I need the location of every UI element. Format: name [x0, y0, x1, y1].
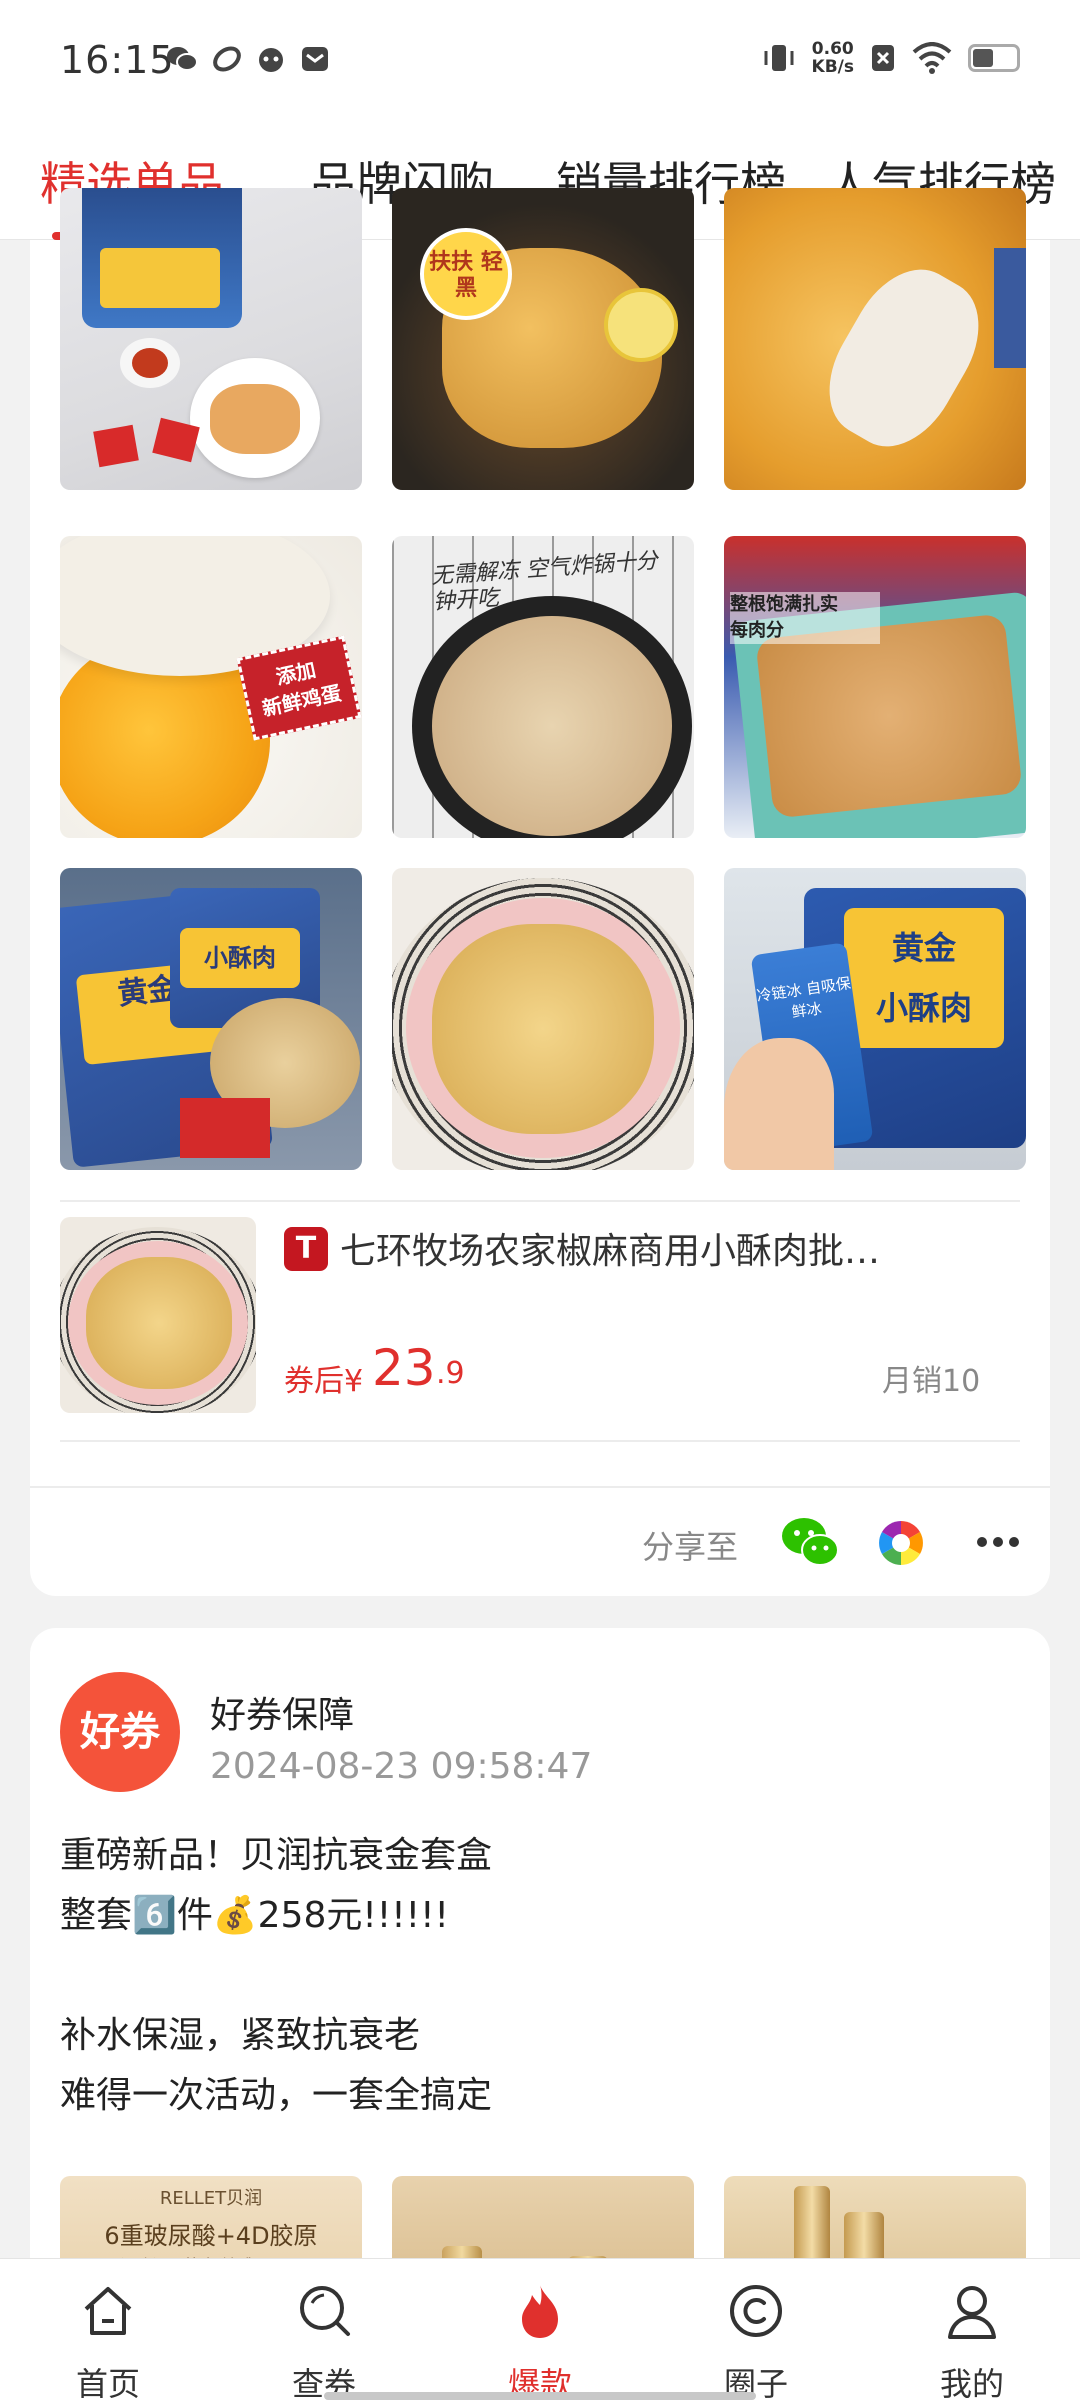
image-9-bag-1: 黄金	[891, 929, 956, 967]
image-2-badge: 扶扶 轻黑	[429, 250, 503, 301]
status-notification-icons	[166, 44, 330, 74]
more-icon[interactable]	[976, 1532, 1020, 1552]
profile-icon	[948, 2286, 996, 2339]
divider	[60, 1200, 1020, 1202]
message-notification-icon	[302, 47, 328, 71]
status-time: 16:15	[60, 38, 175, 82]
skincare-image-1-brand: RELLET贝润	[159, 2188, 263, 2209]
battery-icon	[968, 44, 1020, 72]
product-thumbnail[interactable]	[60, 1217, 256, 1413]
product-image-3[interactable]	[724, 188, 1026, 490]
status-bar: 16:15 0.60 KB/s	[0, 0, 1080, 120]
nav-home[interactable]: 首页	[0, 2259, 216, 2408]
post-card-skincare: 好券 好券保障 2024-08-23 09:58:47 重磅新品！贝润抗衰金套盒…	[30, 1628, 1050, 2328]
cat-notification-icon	[259, 48, 283, 72]
wechat-notification-icon	[167, 47, 198, 71]
home-icon	[84, 2287, 132, 2335]
image-9-pack: 冷链冰 自吸保鲜冰	[755, 974, 852, 1022]
divider	[30, 1486, 1050, 1488]
circle-c-icon	[730, 2285, 782, 2337]
author-avatar[interactable]: 好券	[60, 1672, 180, 1792]
nav-circle[interactable]: 圈子	[648, 2259, 864, 2408]
share-label: 分享至	[642, 1528, 739, 1566]
price-integer: 23	[372, 1339, 436, 1397]
product-image-8[interactable]	[392, 868, 694, 1170]
bottom-navigation: 首页 查券 爆款 圈子 我的	[0, 2258, 1080, 2408]
nav-profile[interactable]: 我的	[864, 2259, 1080, 2408]
product-image-9[interactable]: 黄金 小酥肉 冷链冰 自吸保鲜冰	[724, 868, 1026, 1170]
price-decimal: .9	[436, 1356, 465, 1391]
search-icon	[300, 2286, 350, 2336]
image-7-bag-2: 小酥肉	[204, 944, 276, 972]
tmall-badge: T	[284, 1227, 328, 1271]
post-card-food: 扶扶 轻黑 添加 新鲜鸡蛋 无需解冻 空气炸锅十分钟开吃 整根饱满扎实 每肉分 …	[30, 188, 1050, 1596]
post-timestamp: 2024-08-23 09:58:47	[210, 1746, 593, 1787]
wechat-icon[interactable]	[780, 1516, 840, 1568]
product-title[interactable]: 七环牧场农家椒麻商用小酥肉批…	[340, 1222, 1020, 1274]
product-image-6[interactable]: 整根饱满扎实 每肉分	[724, 536, 1026, 838]
image-9-bag-2: 小酥肉	[875, 989, 972, 1027]
post-author[interactable]: 好券保障	[210, 1686, 354, 1738]
home-indicator[interactable]	[324, 2392, 756, 2400]
post-text-line: 补水保湿，紧致抗衰老	[60, 2015, 421, 2056]
status-system-icons: 0.60 KB/s	[762, 40, 1020, 76]
vibrate-icon	[764, 45, 794, 71]
leaf-notification-icon	[213, 46, 241, 72]
sim-x-icon	[872, 45, 894, 71]
nav-home-label: 首页	[75, 2365, 140, 2403]
wifi-icon	[912, 42, 952, 74]
post-text-line: 重磅新品！贝润抗衰金套盒	[60, 1835, 493, 1876]
nav-profile-label: 我的	[939, 2365, 1004, 2403]
price-prefix: 券后¥	[284, 1364, 364, 1399]
product-image-7[interactable]: 黄金 小酥肉	[60, 868, 362, 1170]
skincare-image-1-headline: 6重玻尿酸+4D胶原	[104, 2222, 318, 2250]
image-5-caption: 无需解冻 空气炸锅十分钟开吃	[430, 548, 659, 616]
moments-icon[interactable]	[876, 1518, 926, 1568]
product-image-2[interactable]: 扶扶 轻黑	[392, 188, 694, 490]
image-6-caption-1: 整根饱满扎实	[730, 594, 838, 615]
divider	[60, 1440, 1020, 1442]
product-image-4[interactable]: 添加 新鲜鸡蛋	[60, 536, 362, 838]
post-text-line: 整套6️⃣件💰258元!!!!!!	[60, 1895, 449, 1936]
net-speed: 0.60 KB/s	[811, 39, 854, 77]
flame-icon	[522, 2285, 558, 2338]
monthly-sales: 月销10	[882, 1364, 981, 1399]
nav-search-coupon[interactable]: 查券	[216, 2259, 432, 2408]
nav-hot[interactable]: 爆款	[432, 2259, 648, 2408]
product-image-5[interactable]: 无需解冻 空气炸锅十分钟开吃	[392, 536, 694, 838]
product-image-1[interactable]	[60, 188, 362, 490]
post-text-line: 难得一次活动，一套全搞定	[60, 2075, 493, 2116]
image-6-caption-2: 每肉分	[730, 620, 784, 641]
